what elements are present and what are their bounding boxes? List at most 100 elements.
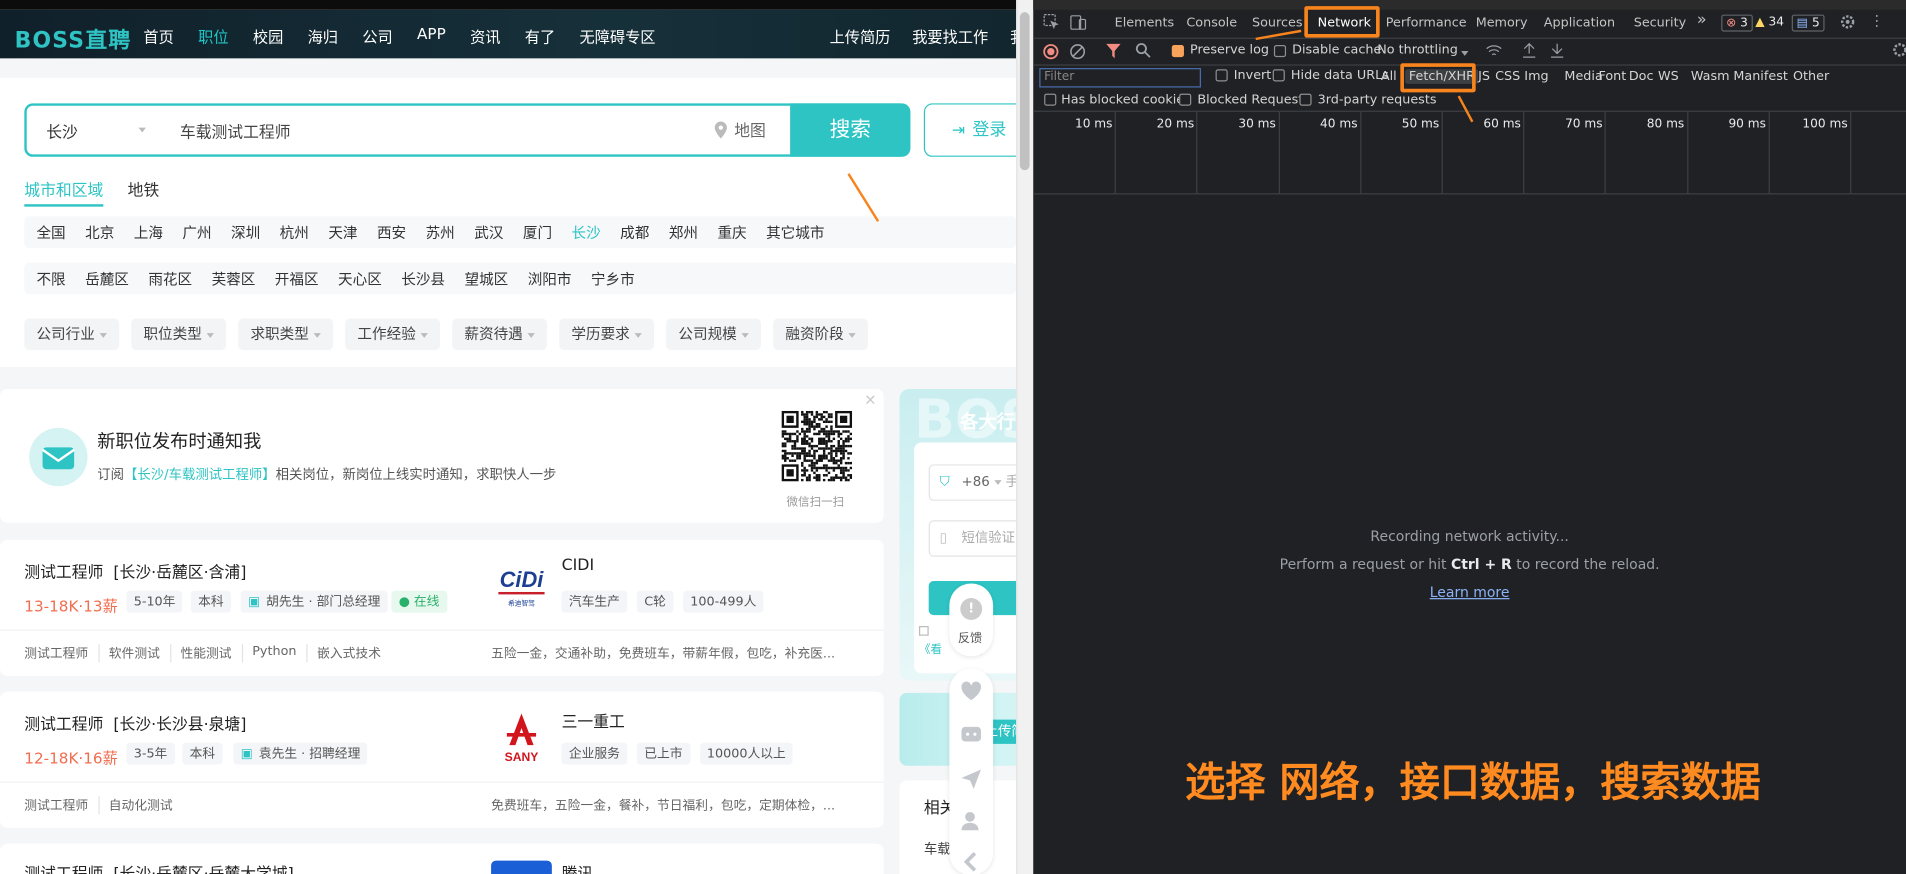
- download-icon[interactable]: [1550, 43, 1565, 62]
- job-title[interactable]: 测试工程师 [长沙·岳麓区·岳麓大学城]: [24, 861, 293, 874]
- filter-dropdown[interactable]: 公司行业: [24, 318, 120, 351]
- job-card[interactable]: 测试工程师 [长沙·长沙县·泉塘] 12-18K·16薪 3-5年 本科 ▣ 袁先…: [0, 691, 884, 828]
- type-filter-font[interactable]: Font: [1598, 69, 1626, 84]
- district-chip[interactable]: 长沙县: [401, 268, 445, 289]
- filter-dropdown[interactable]: 融资阶段: [773, 318, 869, 351]
- district-chip[interactable]: 不限: [36, 268, 65, 289]
- city-chip[interactable]: 上海: [134, 222, 163, 243]
- contact-icon[interactable]: [960, 810, 982, 832]
- type-filter-other[interactable]: Other: [1793, 69, 1829, 84]
- filter-input[interactable]: Filter: [1039, 68, 1201, 88]
- company-name[interactable]: 腾讯: [562, 861, 594, 874]
- sms-code-input[interactable]: ▯ 短信验证: [928, 520, 1017, 557]
- upload-icon[interactable]: [1522, 42, 1537, 62]
- nav-home[interactable]: 首页: [143, 24, 173, 47]
- message-badge[interactable]: ▤ 5: [1791, 14, 1825, 32]
- city-chip[interactable]: 厦门: [523, 222, 552, 243]
- boss-logo[interactable]: BOSS直聘: [15, 23, 132, 55]
- type-filter-doc[interactable]: Doc: [1629, 69, 1654, 84]
- district-chip[interactable]: 岳麓区: [85, 268, 129, 289]
- company-logo-tencent[interactable]: [491, 860, 552, 874]
- kebab-menu-icon[interactable]: ⋮: [1870, 12, 1885, 29]
- search-input[interactable]: 车载测试工程师: [180, 119, 291, 142]
- type-filter-css[interactable]: CSS: [1495, 69, 1520, 84]
- invert-checkbox[interactable]: [1215, 69, 1228, 82]
- nav-app[interactable]: APP: [417, 24, 446, 47]
- company-name[interactable]: 三一重工: [562, 709, 625, 732]
- chevron-left-icon[interactable]: [960, 851, 982, 873]
- tab-console[interactable]: Console: [1186, 16, 1237, 31]
- search-button[interactable]: 搜索: [790, 103, 911, 157]
- city-chip[interactable]: 其它城市: [766, 222, 824, 243]
- device-toggle-icon[interactable]: [1070, 13, 1087, 34]
- city-chip[interactable]: 苏州: [426, 222, 455, 243]
- district-chip[interactable]: 芙蓉区: [212, 268, 256, 289]
- login-button[interactable]: ⇥ 登录: [923, 103, 1017, 157]
- tab-performance[interactable]: Performance: [1386, 16, 1467, 31]
- city-chip[interactable]: 西安: [377, 222, 406, 243]
- third-party-checkbox[interactable]: [1299, 93, 1312, 106]
- blocked-requests-checkbox[interactable]: [1179, 93, 1192, 106]
- type-filter-ws[interactable]: WS: [1658, 69, 1679, 84]
- city-chip[interactable]: 郑州: [669, 222, 698, 243]
- inspect-element-icon[interactable]: [1043, 13, 1060, 34]
- nav-campus[interactable]: 校园: [253, 24, 283, 47]
- filter-dropdown[interactable]: 薪资待遇: [452, 318, 548, 351]
- send-icon[interactable]: [960, 768, 982, 790]
- city-chip[interactable]: 天津: [328, 222, 357, 243]
- nav-overseas[interactable]: 海归: [308, 24, 338, 47]
- district-chip[interactable]: 雨花区: [148, 268, 192, 289]
- heart-icon[interactable]: [960, 681, 982, 703]
- tab-application[interactable]: Application: [1544, 16, 1615, 31]
- scrollbar-thumb[interactable]: [1019, 12, 1030, 171]
- company-name[interactable]: CIDI: [562, 557, 595, 575]
- filter-dropdown[interactable]: 职位类型: [131, 318, 227, 351]
- company-logo-sany[interactable]: SANY: [491, 706, 552, 768]
- network-conditions-icon[interactable]: [1485, 43, 1502, 62]
- city-select[interactable]: 长沙: [46, 119, 78, 142]
- filter-dropdown[interactable]: 学历要求: [559, 318, 655, 351]
- record-stop-icon[interactable]: [1043, 44, 1059, 63]
- tab-subway[interactable]: 地铁: [128, 177, 160, 206]
- city-chip[interactable]: 杭州: [280, 222, 309, 243]
- nav-company[interactable]: 公司: [362, 24, 392, 47]
- job-recruiter[interactable]: ▣ 胡先生 · 部门总经理: [240, 590, 388, 613]
- type-filter-img[interactable]: Img: [1524, 69, 1548, 84]
- city-chip[interactable]: 武汉: [474, 222, 503, 243]
- nav-youle[interactable]: 有了: [525, 24, 555, 47]
- job-card[interactable]: 测试工程师 [长沙·岳麓区·含浦] 13-18K·13薪 5-10年 本科 ▣ 胡…: [0, 539, 884, 676]
- filter-dropdown[interactable]: 公司规模: [666, 318, 762, 351]
- city-chip[interactable]: 重庆: [717, 222, 746, 243]
- hide-data-urls-checkbox[interactable]: [1272, 69, 1285, 82]
- tab-memory[interactable]: Memory: [1476, 16, 1528, 31]
- job-title[interactable]: 测试工程师 [长沙·长沙县·泉塘]: [24, 711, 246, 734]
- tab-elements[interactable]: Elements: [1115, 16, 1175, 31]
- city-chip[interactable]: 成都: [620, 222, 649, 243]
- city-chip[interactable]: 深圳: [231, 222, 260, 243]
- city-chip[interactable]: 广州: [182, 222, 211, 243]
- settings-gear-icon[interactable]: [1839, 13, 1856, 34]
- company-logo-cidi[interactable]: CiDi 希迪智驾: [491, 554, 552, 616]
- nav-upload-resume[interactable]: 上传简历: [830, 24, 891, 47]
- job-title[interactable]: 测试工程师 [长沙·岳麓区·含浦]: [24, 559, 246, 582]
- chat-icon[interactable]: [960, 724, 982, 746]
- city-chip[interactable]: 全国: [36, 222, 65, 243]
- tab-security[interactable]: Security: [1634, 16, 1686, 31]
- type-filter-media[interactable]: Media: [1564, 69, 1602, 84]
- learn-more-link[interactable]: Learn more: [1430, 583, 1510, 600]
- nav-jobs[interactable]: 职位: [198, 24, 228, 47]
- city-chip[interactable]: 北京: [85, 222, 114, 243]
- district-chip[interactable]: 宁乡市: [591, 268, 635, 289]
- type-filter-wasm[interactable]: Wasm: [1691, 69, 1730, 84]
- nav-accessibility[interactable]: 无障碍专区: [580, 24, 656, 47]
- type-filter-all[interactable]: All: [1381, 69, 1397, 84]
- nav-find-job[interactable]: 我要找工作: [912, 24, 988, 47]
- agree-line-2[interactable]: 《看: [919, 643, 942, 656]
- phone-input[interactable]: ⛉ +86 手: [928, 464, 1017, 501]
- job-recruiter[interactable]: ▣ 袁先生 · 招聘经理: [233, 742, 368, 765]
- more-tabs-icon[interactable]: »: [1697, 11, 1707, 29]
- district-chip[interactable]: 望城区: [464, 268, 508, 289]
- agree-checkbox[interactable]: [918, 626, 929, 636]
- error-badge[interactable]: ⊗ 3: [1721, 14, 1753, 32]
- disable-cache-checkbox[interactable]: [1273, 44, 1287, 58]
